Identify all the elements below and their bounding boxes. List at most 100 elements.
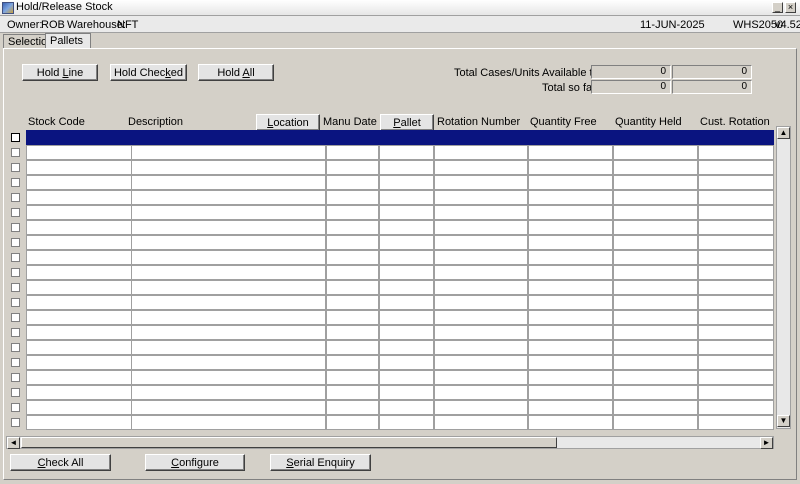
manu-date-cell[interactable] bbox=[326, 175, 379, 190]
cust-rotation-cell[interactable] bbox=[698, 415, 774, 430]
quantity-free-cell[interactable] bbox=[528, 280, 613, 295]
cust-rotation-cell[interactable] bbox=[698, 175, 774, 190]
stock-code-cell[interactable] bbox=[26, 370, 142, 385]
quantity-held-cell[interactable] bbox=[613, 415, 698, 430]
table-row[interactable] bbox=[10, 355, 774, 370]
manu-date-cell[interactable] bbox=[326, 130, 379, 145]
quantity-free-cell[interactable] bbox=[528, 400, 613, 415]
quantity-held-cell[interactable] bbox=[613, 400, 698, 415]
row-checkbox[interactable] bbox=[11, 253, 20, 262]
description-cell[interactable] bbox=[131, 205, 326, 220]
description-cell[interactable] bbox=[131, 370, 326, 385]
row-checkbox[interactable] bbox=[11, 343, 20, 352]
stock-code-cell[interactable] bbox=[26, 190, 142, 205]
quantity-free-cell[interactable] bbox=[528, 145, 613, 160]
quantity-free-cell[interactable] bbox=[528, 160, 613, 175]
pallet-cell[interactable] bbox=[379, 220, 434, 235]
quantity-free-cell[interactable] bbox=[528, 355, 613, 370]
rotation-number-cell[interactable] bbox=[434, 205, 528, 220]
manu-date-cell[interactable] bbox=[326, 235, 379, 250]
manu-date-cell[interactable] bbox=[326, 415, 379, 430]
cust-rotation-cell[interactable] bbox=[698, 355, 774, 370]
description-cell[interactable] bbox=[131, 250, 326, 265]
quantity-held-cell[interactable] bbox=[613, 205, 698, 220]
rotation-number-cell[interactable] bbox=[434, 175, 528, 190]
table-row[interactable] bbox=[10, 250, 774, 265]
row-checkbox[interactable] bbox=[11, 358, 20, 367]
quantity-held-cell[interactable] bbox=[613, 340, 698, 355]
quantity-free-cell[interactable] bbox=[528, 265, 613, 280]
check-all-button[interactable]: Check All bbox=[10, 454, 111, 471]
horizontal-scrollbar[interactable]: ◄ ► bbox=[6, 436, 774, 449]
manu-date-cell[interactable] bbox=[326, 205, 379, 220]
quantity-free-cell[interactable] bbox=[528, 385, 613, 400]
pallet-cell[interactable] bbox=[379, 400, 434, 415]
quantity-held-cell[interactable] bbox=[613, 295, 698, 310]
pallet-cell[interactable] bbox=[379, 205, 434, 220]
quantity-held-cell[interactable] bbox=[613, 355, 698, 370]
cust-rotation-cell[interactable] bbox=[698, 325, 774, 340]
pallet-cell[interactable] bbox=[379, 250, 434, 265]
stock-code-cell[interactable] bbox=[26, 130, 142, 145]
quantity-free-cell[interactable] bbox=[528, 325, 613, 340]
pallet-cell[interactable] bbox=[379, 280, 434, 295]
cust-rotation-cell[interactable] bbox=[698, 220, 774, 235]
quantity-held-cell[interactable] bbox=[613, 370, 698, 385]
pallet-cell[interactable] bbox=[379, 235, 434, 250]
description-cell[interactable] bbox=[131, 235, 326, 250]
cust-rotation-cell[interactable] bbox=[698, 160, 774, 175]
row-checkbox[interactable] bbox=[11, 163, 20, 172]
scroll-up-icon[interactable]: ▲ bbox=[777, 127, 790, 139]
description-cell[interactable] bbox=[131, 295, 326, 310]
rotation-number-cell[interactable] bbox=[434, 355, 528, 370]
table-row[interactable] bbox=[10, 220, 774, 235]
manu-date-cell[interactable] bbox=[326, 160, 379, 175]
horizontal-scroll-thumb[interactable] bbox=[21, 437, 557, 448]
pallet-cell[interactable] bbox=[379, 145, 434, 160]
row-checkbox[interactable] bbox=[11, 208, 20, 217]
rotation-number-cell[interactable] bbox=[434, 385, 528, 400]
row-checkbox[interactable] bbox=[11, 403, 20, 412]
description-cell[interactable] bbox=[131, 220, 326, 235]
pallet-cell[interactable] bbox=[379, 190, 434, 205]
stock-code-cell[interactable] bbox=[26, 250, 142, 265]
quantity-held-cell[interactable] bbox=[613, 145, 698, 160]
quantity-held-cell[interactable] bbox=[613, 160, 698, 175]
stock-code-cell[interactable] bbox=[26, 265, 142, 280]
description-cell[interactable] bbox=[131, 325, 326, 340]
manu-date-cell[interactable] bbox=[326, 295, 379, 310]
quantity-held-cell[interactable] bbox=[613, 310, 698, 325]
description-cell[interactable] bbox=[131, 175, 326, 190]
row-checkbox[interactable] bbox=[11, 238, 20, 247]
cust-rotation-cell[interactable] bbox=[698, 265, 774, 280]
rotation-number-cell[interactable] bbox=[434, 415, 528, 430]
quantity-free-cell[interactable] bbox=[528, 220, 613, 235]
stock-code-cell[interactable] bbox=[26, 310, 142, 325]
pallet-cell[interactable] bbox=[379, 295, 434, 310]
row-checkbox[interactable] bbox=[11, 178, 20, 187]
rotation-number-cell[interactable] bbox=[434, 130, 528, 145]
configure-button[interactable]: Configure bbox=[145, 454, 245, 471]
pallet-cell[interactable] bbox=[379, 325, 434, 340]
pallet-cell[interactable] bbox=[379, 310, 434, 325]
rotation-number-cell[interactable] bbox=[434, 265, 528, 280]
close-button[interactable]: × bbox=[785, 2, 796, 13]
quantity-free-cell[interactable] bbox=[528, 190, 613, 205]
row-checkbox[interactable] bbox=[11, 148, 20, 157]
quantity-held-cell[interactable] bbox=[613, 265, 698, 280]
quantity-held-cell[interactable] bbox=[613, 220, 698, 235]
rotation-number-cell[interactable] bbox=[434, 280, 528, 295]
scroll-left-icon[interactable]: ◄ bbox=[7, 437, 20, 449]
scroll-down-icon[interactable]: ▼ bbox=[777, 415, 790, 427]
manu-date-cell[interactable] bbox=[326, 325, 379, 340]
row-checkbox[interactable] bbox=[11, 418, 20, 427]
table-row[interactable] bbox=[10, 295, 774, 310]
manu-date-cell[interactable] bbox=[326, 250, 379, 265]
quantity-free-cell[interactable] bbox=[528, 310, 613, 325]
stock-code-cell[interactable] bbox=[26, 325, 142, 340]
quantity-held-cell[interactable] bbox=[613, 385, 698, 400]
row-checkbox[interactable] bbox=[11, 283, 20, 292]
quantity-held-cell[interactable] bbox=[613, 175, 698, 190]
row-checkbox[interactable] bbox=[11, 388, 20, 397]
table-row[interactable] bbox=[10, 280, 774, 295]
